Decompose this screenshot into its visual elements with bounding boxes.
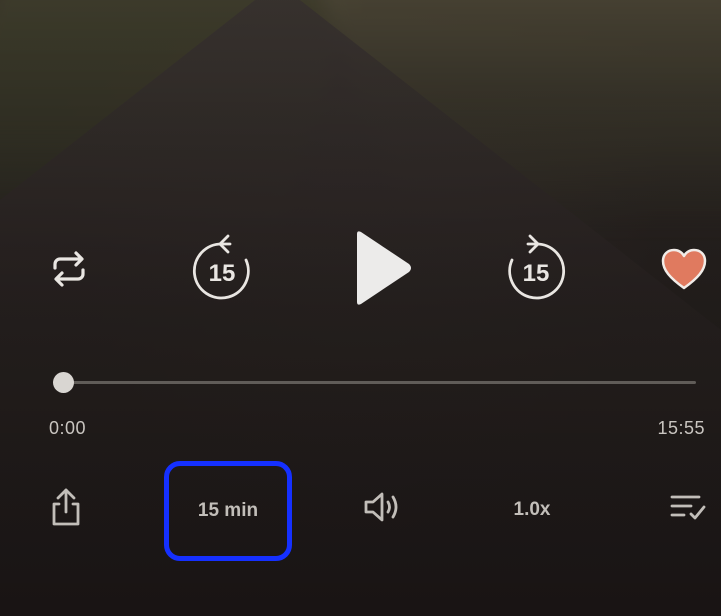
queue-button[interactable] bbox=[664, 472, 712, 548]
queue-list-icon bbox=[669, 492, 707, 528]
speaker-icon bbox=[362, 490, 404, 530]
share-button[interactable] bbox=[30, 472, 102, 548]
total-time: 15:55 bbox=[657, 418, 705, 438]
rewind-seconds-label: 15 bbox=[208, 260, 236, 287]
volume-button[interactable] bbox=[348, 472, 418, 548]
repeat-icon bbox=[47, 247, 91, 291]
share-icon bbox=[49, 487, 83, 533]
forward-seconds-label: 15 bbox=[522, 260, 550, 287]
forward-15-button[interactable]: 15 bbox=[502, 230, 570, 304]
rewind-icon: 15 bbox=[190, 232, 254, 302]
repeat-button[interactable] bbox=[40, 240, 98, 298]
playback-speed-label: 1.0x bbox=[513, 499, 551, 520]
progress-thumb[interactable] bbox=[53, 372, 74, 393]
current-time: 0:00 bbox=[49, 418, 87, 438]
play-icon bbox=[345, 228, 415, 308]
progress-track[interactable] bbox=[60, 381, 696, 384]
sleep-timer-label: 15 min bbox=[197, 500, 259, 521]
sleep-timer-button[interactable]: 15 min bbox=[164, 461, 292, 561]
playback-speed-button[interactable]: 1.0x bbox=[494, 472, 570, 548]
rewind-15-button[interactable]: 15 bbox=[188, 230, 256, 304]
play-button[interactable] bbox=[340, 228, 420, 308]
favorite-button[interactable] bbox=[656, 244, 712, 294]
forward-icon: 15 bbox=[504, 232, 568, 302]
heart-icon bbox=[660, 247, 708, 291]
